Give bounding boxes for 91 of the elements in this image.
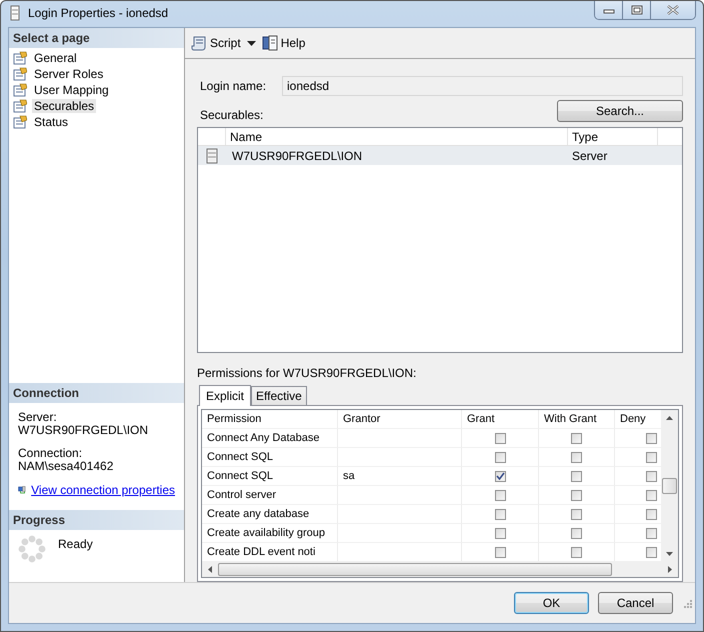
permissions-label: Permissions for W7USR90FRGEDL\ION:: [197, 366, 418, 380]
connection-properties-link[interactable]: View connection properties: [31, 483, 175, 497]
section-header: Connection: [9, 383, 184, 403]
securables-label: Securables:: [200, 108, 264, 122]
login-name-field[interactable]: ionedsd: [282, 76, 683, 96]
checkbox[interactable]: [571, 508, 582, 520]
sidebar-item[interactable]: Securables: [32, 99, 96, 113]
checkbox[interactable]: [646, 508, 657, 520]
close-icon: [666, 5, 680, 15]
column-header: Deny: [619, 412, 647, 427]
page-icon: [13, 51, 27, 65]
section-header: Progress: [9, 510, 184, 530]
scroll-thumb[interactable]: [218, 563, 612, 576]
section-header: Select a page: [9, 28, 184, 48]
book-icon: [262, 35, 278, 51]
page-icon: [13, 99, 27, 113]
login-name-label: Login name:: [199, 79, 268, 93]
checkbox[interactable]: [494, 432, 506, 444]
table-cell-text: Server: [571, 148, 608, 162]
progress-status: Ready: [58, 537, 93, 553]
window-title: Login Properties - ionedsd: [28, 6, 170, 20]
checkbox[interactable]: [571, 490, 582, 500]
dialog-button[interactable]: OK: [514, 592, 589, 614]
table-cell: Create any database: [202, 505, 338, 523]
checkbox[interactable]: [494, 470, 506, 482]
checkbox[interactable]: [646, 452, 657, 462]
page-icon: [13, 83, 27, 97]
spinner-icon: [18, 535, 46, 563]
checkbox[interactable]: [571, 452, 582, 462]
checkbox[interactable]: [646, 528, 657, 538]
scroll-down-icon[interactable]: [666, 552, 673, 556]
checkbox[interactable]: [571, 546, 582, 558]
scroll-icon: [191, 35, 207, 51]
tab[interactable]: Effective: [251, 386, 307, 405]
scroll-up-icon[interactable]: [666, 416, 673, 420]
table-cell: Connect SQL: [202, 467, 338, 485]
table-cell: Control server: [202, 486, 338, 504]
dropdown-caret-icon[interactable]: [246, 40, 256, 46]
dialog-button[interactable]: Cancel: [598, 592, 673, 614]
scroll-left-icon[interactable]: [208, 566, 212, 573]
checkbox[interactable]: [571, 432, 582, 444]
horizontal-scrollbar[interactable]: [202, 562, 678, 577]
checkbox[interactable]: [494, 508, 506, 520]
checkbox[interactable]: [646, 490, 657, 500]
vertical-scrollbar[interactable]: [661, 410, 678, 562]
resize-grip-icon: [682, 598, 692, 608]
close-button[interactable]: [651, 1, 695, 19]
search-button[interactable]: Search...: [557, 100, 683, 122]
tab[interactable]: Explicit: [199, 385, 252, 406]
table-cell: Connect SQL: [202, 448, 338, 466]
maximize-icon: [630, 5, 642, 15]
connection-label: Connection:: [18, 447, 84, 460]
column-header: Permission: [202, 410, 338, 428]
column-header: With Grant: [539, 410, 615, 428]
help-button[interactable]: Help: [262, 35, 306, 51]
server-label: Server:: [18, 411, 58, 424]
checkbox[interactable]: [494, 490, 506, 500]
checkbox[interactable]: [646, 470, 657, 482]
maximize-button[interactable]: [623, 1, 651, 19]
minimize-button[interactable]: [595, 1, 623, 19]
column-header: Type: [568, 128, 658, 145]
page-icon: [13, 115, 27, 129]
checkbox[interactable]: [494, 546, 506, 558]
server-name: W7USR90FRGEDL\ION: [18, 424, 150, 437]
sidebar-item[interactable]: Server Roles: [32, 67, 106, 81]
script-button[interactable]: Script: [191, 35, 241, 51]
scroll-thumb[interactable]: [662, 478, 677, 494]
column-header: Grant: [462, 410, 539, 428]
window-icon: [10, 4, 20, 20]
checkbox[interactable]: [571, 528, 582, 538]
table-row[interactable]: W7USR90FRGEDL\ION Server: [198, 146, 682, 165]
scroll-right-icon[interactable]: [668, 566, 672, 573]
check-icon: [496, 472, 504, 480]
checkbox[interactable]: [646, 546, 657, 558]
checkbox[interactable]: [571, 470, 582, 482]
sidebar-item[interactable]: General: [32, 51, 79, 65]
connection-name: NAM\sesa401462: [18, 460, 114, 473]
table-cell: Create DDL event noti: [202, 543, 338, 561]
checkbox[interactable]: [646, 432, 657, 444]
sidebar-item[interactable]: Status: [32, 115, 70, 129]
table-cell: Connect Any Database: [202, 429, 338, 447]
checkbox[interactable]: [494, 528, 506, 538]
table-cell: sa: [343, 470, 355, 482]
table-cell-text: W7USR90FRGEDL\ION: [231, 148, 364, 162]
sidebar-item[interactable]: User Mapping: [32, 83, 111, 97]
checkbox[interactable]: [494, 452, 506, 462]
table-cell: Create availability group: [202, 524, 338, 542]
column-header: Name: [226, 128, 568, 145]
column-header: Grantor: [338, 410, 462, 428]
page-icon: [13, 67, 27, 81]
server-icon: [206, 148, 218, 164]
